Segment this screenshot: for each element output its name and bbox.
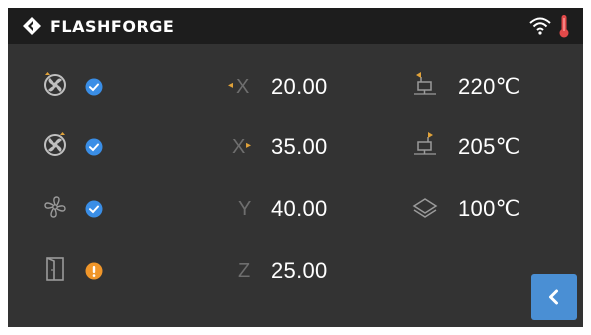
- check-circle-icon: [85, 200, 103, 218]
- left-nozzle-temp: 220℃: [458, 74, 521, 99]
- back-button[interactable]: [531, 274, 577, 320]
- axis-z-label: Z: [238, 260, 251, 282]
- axis-x-left-value: 20.00: [271, 74, 328, 99]
- wifi-icon[interactable]: [529, 17, 551, 35]
- platform-layers-icon: [412, 198, 438, 218]
- axis-x-left-marker: ◂: [228, 80, 234, 91]
- axis-z-value: 25.00: [271, 258, 328, 283]
- thermometer-icon[interactable]: [558, 14, 570, 38]
- printer-status-screen: FLASHFORGE ◂ X 20.00 X ▸ 35.00 Y 40.00 Z…: [8, 8, 583, 327]
- left-extruder-fan-icon: [44, 72, 66, 96]
- exclamation-circle-icon: [85, 262, 103, 280]
- right-nozzle-icon: [414, 132, 436, 155]
- top-bar: FLASHFORGE: [8, 8, 583, 44]
- brand-name: FLASHFORGE: [50, 17, 175, 36]
- right-nozzle-temp: 205℃: [458, 134, 521, 159]
- cooling-fan-icon: [44, 196, 66, 218]
- axis-y-value: 40.00: [271, 196, 328, 221]
- chevron-left-icon: [549, 289, 558, 305]
- axis-x-left-label: X: [236, 76, 250, 98]
- check-circle-icon: [85, 78, 103, 96]
- right-extruder-fan-icon: [44, 132, 66, 156]
- check-circle-icon: [85, 138, 103, 156]
- left-nozzle-icon: [414, 72, 436, 95]
- door-icon: [46, 257, 64, 281]
- axis-x-right-marker: ▸: [246, 140, 252, 151]
- platform-temp: 100℃: [458, 196, 521, 221]
- flashforge-logo-icon: [23, 17, 41, 35]
- axis-x-right-value: 35.00: [271, 134, 328, 159]
- axis-y-label: Y: [238, 198, 252, 220]
- axis-x-right-label: X: [232, 136, 246, 158]
